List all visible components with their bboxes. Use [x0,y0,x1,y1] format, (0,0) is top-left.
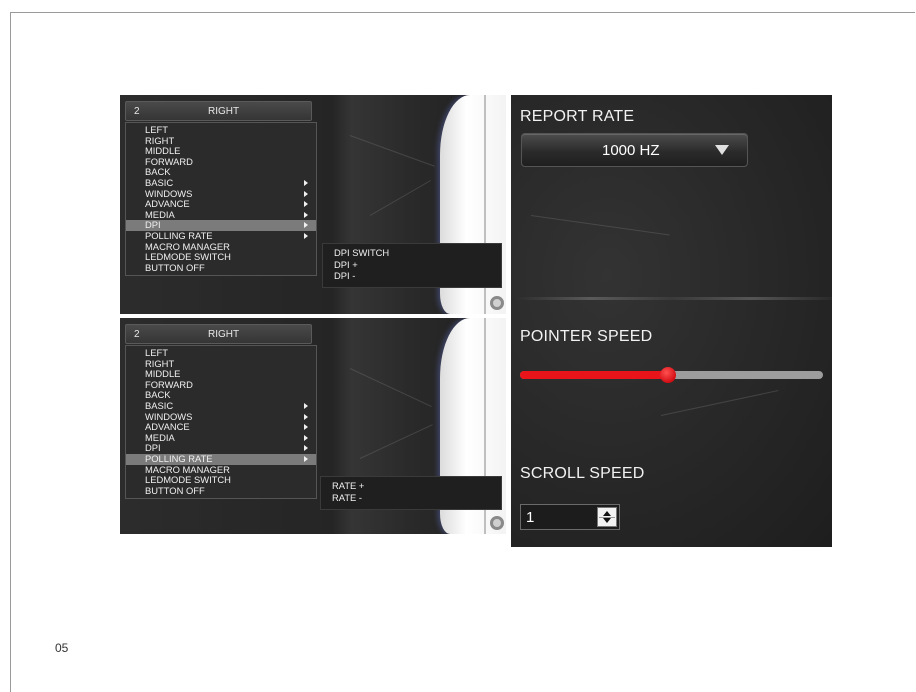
button-assign-panel-dpi: 2 RIGHT LEFT RIGHT MIDDLE FORWARD BACK BASIC W… [120,95,506,314]
menu-item-label: WINDOWS [145,410,193,422]
submenu-item[interactable]: DPI - [323,270,501,282]
menu-item-label: LEDMODE SWITCH [145,251,231,263]
chevron-right-icon [304,232,308,239]
menu-item-label: BASIC [145,399,174,411]
scroll-speed-value: 1 [526,509,535,526]
menu-item-label: ADVANCE [145,198,190,210]
function-menu: LEFT RIGHT MIDDLE FORWARD BACK BASIC WINDOWS AD… [125,345,317,500]
pointer-speed-thumb[interactable] [660,367,677,383]
texture-crack [359,424,433,459]
pointer-speed-title: POINTER SPEED [520,328,653,345]
menu-item-label: WINDOWS [145,187,193,199]
menu-item-label: POLLING RATE [145,452,213,464]
polling-rate-submenu: RATE + RATE - [320,476,502,510]
mouse-scroll-wheel [490,296,504,310]
button-function: RIGHT [208,106,240,117]
menu-item-label: FORWARD [145,155,193,167]
page-number: 05 [55,641,69,655]
pointer-speed-fill [520,371,669,379]
texture-crack [660,390,779,416]
menu-item-label: ADVANCE [145,421,190,433]
menu-item-label: FORWARD [145,378,193,390]
chevron-right-icon [304,445,308,452]
report-rate-value: 1000 HZ [602,142,660,159]
button-assign-panel-polling: 2 RIGHT LEFT RIGHT MIDDLE FORWARD BACK BASIC W… [120,318,506,534]
settings-panel: REPORT RATE 1000 HZ POINTER SPEED SCROLL… [511,95,832,547]
button-select-dropdown[interactable]: 2 RIGHT [125,324,312,344]
report-rate-title: REPORT RATE [520,108,635,125]
menu-item-label: BASIC [145,176,174,188]
report-rate-dropdown[interactable]: 1000 HZ [521,133,748,167]
menu-item-label: BACK [145,389,171,401]
scroll-speed-input[interactable]: 1 [520,504,620,530]
submenu-item[interactable]: DPI + [323,259,501,271]
button-number: 2 [134,106,140,117]
menu-item-label: MACRO MANAGER [145,463,230,475]
mouse-scroll-wheel [490,516,504,530]
menu-item-label: LEFT [145,347,168,358]
menu-item-label: RIGHT [145,357,175,369]
menu-item-label: DPI [145,442,161,454]
menu-item-label: MEDIA [145,431,175,443]
menu-item[interactable]: BUTTON OFF [126,484,316,497]
spinner-up-icon[interactable] [603,511,611,516]
scroll-speed-title: SCROLL SPEED [520,465,645,482]
chevron-right-icon [304,179,308,186]
chevron-right-icon [304,455,308,462]
menu-item[interactable]: BUTTON OFF [126,261,316,274]
scroll-speed-stepper[interactable] [597,507,617,527]
menu-item-label: DPI [145,219,161,231]
menu-item-label: LEDMODE SWITCH [145,474,231,486]
pointer-speed-slider[interactable] [520,367,823,383]
menu-item-label: LEFT [145,124,168,135]
menu-item-label: POLLING RATE [145,229,213,241]
chevron-right-icon [304,413,308,420]
dpi-submenu: DPI SWITCH DPI + DPI - [322,243,502,288]
menu-item-label: MEDIA [145,208,175,220]
chevron-down-icon [715,145,729,155]
chevron-right-icon [304,190,308,197]
function-menu: LEFT RIGHT MIDDLE FORWARD BACK BASIC WINDOWS AD… [125,122,317,277]
menu-item-label: BACK [145,166,171,178]
chevron-right-icon [304,201,308,208]
chevron-right-icon [304,434,308,441]
button-select-dropdown[interactable]: 2 RIGHT [125,101,312,121]
texture-crack [369,180,431,216]
spinner-down-icon[interactable] [603,518,611,523]
chevron-right-icon [304,402,308,409]
section-divider [511,297,832,300]
menu-item-label: MIDDLE [145,145,181,157]
texture-crack [349,135,435,167]
button-number: 2 [134,329,140,340]
chevron-right-icon [304,424,308,431]
menu-item-label: BUTTON OFF [145,261,205,273]
menu-item-label: BUTTON OFF [145,484,205,496]
chevron-right-icon [304,211,308,218]
menu-item-label: RIGHT [145,134,175,146]
submenu-item[interactable]: RATE + [321,480,501,492]
menu-item-label: MACRO MANAGER [145,240,230,252]
submenu-item[interactable]: DPI SWITCH [323,247,501,259]
texture-crack [349,368,432,407]
texture-crack [530,215,670,236]
button-function: RIGHT [208,329,240,340]
chevron-right-icon [304,222,308,229]
menu-item-label: MIDDLE [145,368,181,380]
submenu-item[interactable]: RATE - [321,492,501,504]
